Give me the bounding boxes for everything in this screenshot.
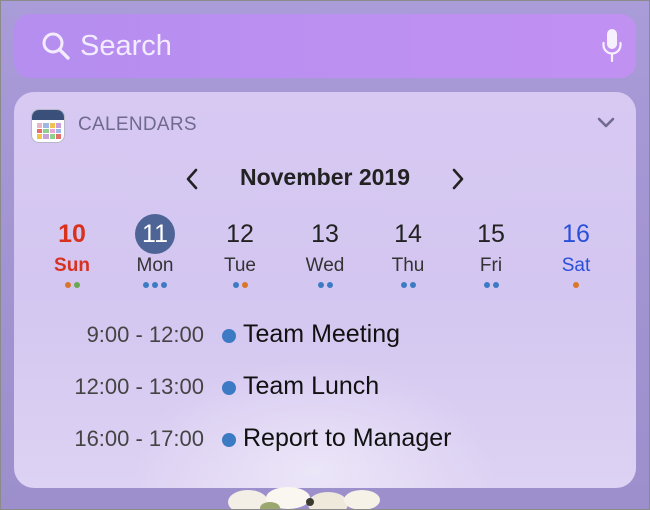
day-weekday: Thu: [391, 255, 425, 276]
day-tue[interactable]: 12 Tue: [205, 214, 275, 288]
week-days: 10 Sun 11 Mon 12 Tue 13 Wed 14 Thu 15 Fr…: [31, 214, 621, 294]
event-dots: [456, 282, 526, 288]
event-dot: [161, 282, 167, 288]
day-weekday: Sat: [561, 255, 591, 276]
day-sat[interactable]: 16 Sat: [541, 214, 611, 288]
event-dot: [573, 282, 579, 288]
event-item[interactable]: 9:00 - 12:00 Team Meeting: [14, 320, 636, 352]
day-sun[interactable]: 10 Sun: [37, 214, 107, 288]
event-dots: [37, 282, 107, 288]
search-icon: [42, 32, 70, 60]
day-number: 10: [58, 220, 86, 248]
event-item[interactable]: 16:00 - 17:00 Report to Manager: [14, 424, 636, 456]
search-input[interactable]: Search: [80, 28, 172, 64]
day-weekday: Tue: [223, 255, 257, 276]
event-color-dot: [222, 381, 236, 395]
event-time: 9:00 - 12:00: [86, 322, 204, 347]
event-dot: [400, 282, 407, 288]
event-dots: [290, 282, 360, 288]
chevron-down-icon[interactable]: [596, 116, 616, 130]
event-dot: [143, 282, 149, 288]
day-thu[interactable]: 14 Thu: [373, 214, 443, 288]
day-number: 15: [477, 220, 505, 248]
day-mon[interactable]: 11 Mon: [120, 214, 190, 288]
event-time: 16:00 - 17:00: [74, 426, 204, 451]
chevron-right-icon[interactable]: [448, 166, 468, 192]
day-number: 12: [226, 220, 254, 248]
chevron-left-icon[interactable]: [182, 166, 202, 192]
event-dot: [409, 282, 416, 288]
event-dots: [541, 282, 611, 288]
event-dot: [483, 282, 490, 288]
event-dot: [232, 282, 239, 288]
event-dot: [492, 282, 499, 288]
event-item[interactable]: 12:00 - 13:00 Team Lunch: [14, 372, 636, 404]
day-weekday: Mon: [136, 255, 174, 276]
event-dots: [205, 282, 275, 288]
event-color-dot: [222, 433, 236, 447]
day-weekday: Wed: [305, 255, 345, 276]
day-fri[interactable]: 15 Fri: [456, 214, 526, 288]
event-dot: [64, 282, 71, 288]
day-weekday: Sun: [54, 255, 90, 276]
microphone-icon[interactable]: [601, 28, 623, 64]
event-color-dot: [222, 329, 236, 343]
event-title: Report to Manager: [243, 424, 452, 452]
event-dot: [152, 282, 158, 288]
event-dot: [317, 282, 324, 288]
day-weekday: Fri: [479, 255, 503, 276]
calendar-app-icon[interactable]: [31, 109, 65, 143]
event-dot: [73, 282, 80, 288]
event-title: Team Meeting: [243, 320, 401, 348]
event-dot: [326, 282, 333, 288]
calendar-widget: CALENDARS November 2019 10 Sun 11 Mon 12…: [14, 92, 636, 488]
event-dot: [241, 282, 248, 288]
day-number: 16: [562, 220, 590, 248]
widget-title: CALENDARS: [78, 114, 197, 135]
search-bar[interactable]: Search: [14, 14, 636, 78]
event-dots: [120, 282, 190, 288]
event-time: 12:00 - 13:00: [74, 374, 204, 399]
month-title: November 2019: [239, 164, 411, 190]
event-title: Team Lunch: [243, 372, 380, 400]
day-wed[interactable]: 13 Wed: [290, 214, 360, 288]
day-number: 13: [311, 220, 339, 248]
event-dots: [373, 282, 443, 288]
month-navigation: November 2019: [14, 164, 636, 194]
day-number: 11: [135, 214, 175, 254]
wallpaper-flowers: [228, 487, 380, 510]
day-number: 14: [394, 220, 422, 248]
